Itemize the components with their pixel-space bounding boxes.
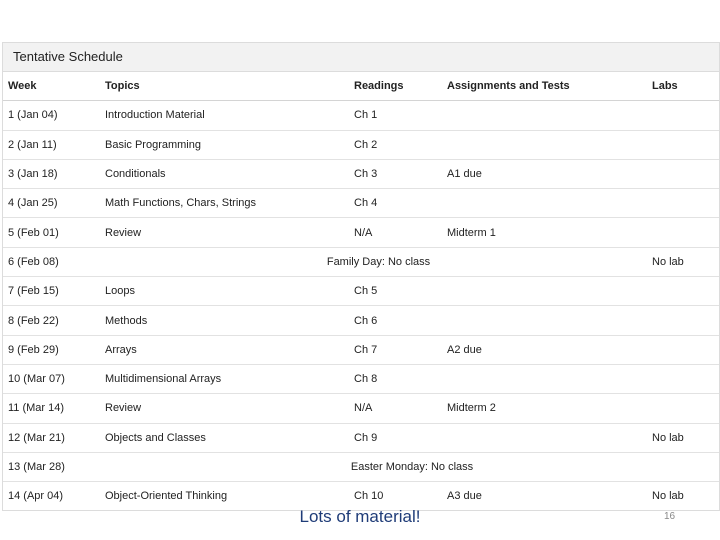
labs-cell [652, 129, 719, 160]
labs-cell [652, 334, 719, 365]
week-cell: 13 (Mar 28) [3, 451, 105, 482]
panel-title: Tentative Schedule [3, 43, 719, 72]
labs-cell [652, 188, 719, 218]
topic-cell: Review [105, 393, 354, 424]
assignment-cell [447, 305, 652, 336]
reading-cell: Ch 2 [354, 129, 447, 160]
labs-cell: No lab [652, 246, 719, 277]
week-cell: 7 (Feb 15) [3, 276, 105, 306]
span-cell: Easter Monday: No class [105, 451, 719, 482]
labs-cell [652, 393, 719, 424]
week-cell: 4 (Jan 25) [3, 188, 105, 218]
table-row: 5 (Feb 01) Review N/A Midterm 1 [3, 217, 719, 248]
topic-cell: Introduction Material [105, 100, 354, 131]
assignment-cell [447, 129, 652, 160]
table-row: 4 (Jan 25) Math Functions, Chars, Strings… [3, 188, 719, 218]
assignment-cell [447, 363, 652, 394]
assignment-cell: A2 due [447, 334, 652, 365]
table-row: 1 (Jan 04) Introduction Material Ch 1 [3, 100, 719, 131]
page-number: 16 [664, 511, 676, 522]
topic-cell: Objects and Classes [105, 422, 354, 453]
reading-cell: Ch 1 [354, 100, 447, 131]
week-cell: 2 (Jan 11) [3, 129, 105, 160]
table-row: 12 (Mar 21) Objects and Classes Ch 9 No lab [3, 422, 719, 453]
assignment-cell [447, 100, 652, 131]
week-cell: 11 (Mar 14) [3, 393, 105, 424]
topic-cell: Basic Programming [105, 129, 354, 160]
reading-cell: Ch 8 [354, 363, 447, 394]
reading-cell: Ch 5 [354, 276, 447, 306]
column-header-topics: Topics [105, 72, 354, 102]
schedule-table: Week Topics Readings Assignments and Tes… [3, 72, 719, 511]
table-header-row: Week Topics Readings Assignments and Tes… [3, 72, 719, 102]
labs-cell [652, 217, 719, 248]
labs-cell [652, 305, 719, 336]
reading-cell: Ch 4 [354, 188, 447, 218]
span-cell: Family Day: No class [105, 246, 652, 277]
topic-cell: Methods [105, 305, 354, 336]
reading-cell: Ch 3 [354, 158, 447, 189]
week-cell: 12 (Mar 21) [3, 422, 105, 453]
assignment-cell: Midterm 1 [447, 217, 652, 248]
table-row: 3 (Jan 18) Conditionals Ch 3 A1 due [3, 158, 719, 189]
table-row: 10 (Mar 07) Multidimensional Arrays Ch 8 [3, 363, 719, 394]
assignment-cell: A1 due [447, 158, 652, 189]
column-header-readings: Readings [354, 72, 447, 102]
table-row: 6 (Feb 08) Family Day: No class No lab [3, 246, 719, 277]
topic-cell: Arrays [105, 334, 354, 365]
week-cell: 10 (Mar 07) [3, 363, 105, 394]
table-row: 9 (Feb 29) Arrays Ch 7 A2 due [3, 334, 719, 365]
assignment-cell [447, 422, 652, 453]
reading-cell: N/A [354, 217, 447, 248]
table-row: 11 (Mar 14) Review N/A Midterm 2 [3, 393, 719, 424]
reading-cell: Ch 7 [354, 334, 447, 365]
table-row: 2 (Jan 11) Basic Programming Ch 2 [3, 129, 719, 160]
table-row: 8 (Feb 22) Methods Ch 6 [3, 305, 719, 336]
slide-caption: Lots of material! [299, 507, 421, 526]
reading-cell: N/A [354, 393, 447, 424]
reading-cell: Ch 6 [354, 305, 447, 336]
labs-cell [652, 276, 719, 306]
topic-cell: Conditionals [105, 158, 354, 189]
labs-cell [652, 100, 719, 131]
schedule-panel: Tentative Schedule Week Topics Readings … [2, 42, 720, 512]
column-header-assignments: Assignments and Tests [447, 72, 652, 102]
week-cell: 3 (Jan 18) [3, 158, 105, 189]
week-cell: 5 (Feb 01) [3, 217, 105, 248]
topic-cell: Loops [105, 276, 354, 306]
reading-cell: Ch 9 [354, 422, 447, 453]
topic-cell: Review [105, 217, 354, 248]
labs-cell [652, 363, 719, 394]
week-cell: 1 (Jan 04) [3, 100, 105, 131]
week-cell: 8 (Feb 22) [3, 305, 105, 336]
assignment-cell [447, 188, 652, 218]
labs-cell [652, 158, 719, 189]
topic-cell: Multidimensional Arrays [105, 363, 354, 394]
week-cell: 6 (Feb 08) [3, 246, 105, 277]
column-header-labs: Labs [652, 72, 719, 102]
assignment-cell: Midterm 2 [447, 393, 652, 424]
table-row: 7 (Feb 15) Loops Ch 5 [3, 276, 719, 306]
column-header-week: Week [3, 72, 105, 102]
week-cell: 9 (Feb 29) [3, 334, 105, 365]
labs-cell: No lab [652, 422, 719, 453]
table-row: 13 (Mar 28) Easter Monday: No class [3, 451, 719, 482]
topic-cell: Math Functions, Chars, Strings [105, 188, 354, 218]
assignment-cell [447, 276, 652, 306]
